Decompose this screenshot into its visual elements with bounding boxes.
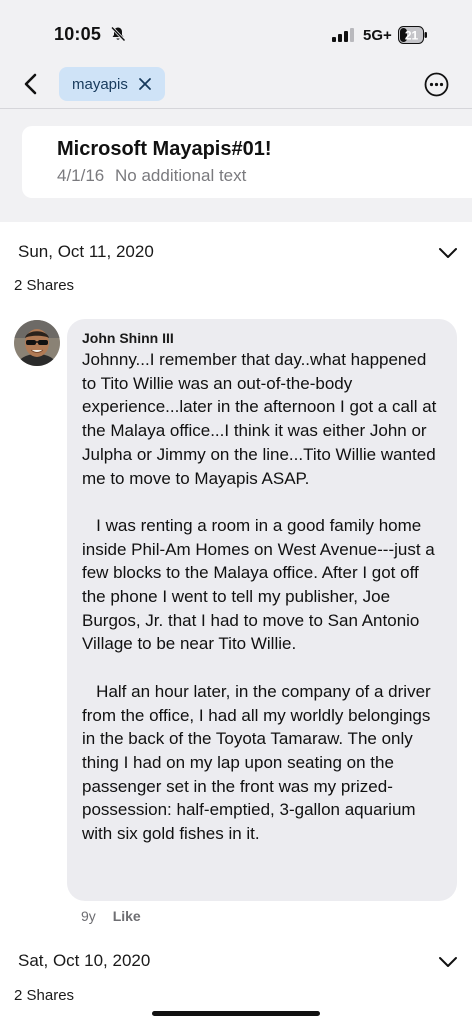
status-time: 10:05: [54, 24, 102, 44]
shares-count: 2 Shares: [14, 987, 75, 1004]
comment-author[interactable]: John Shinn III: [82, 330, 445, 346]
date-header[interactable]: Sat, Oct 10, 2020: [0, 949, 472, 979]
bell-slash-icon: [110, 26, 126, 42]
comment-bubble: John Shinn III Johnny...I remember that …: [67, 319, 457, 901]
filter-chip[interactable]: mayapis: [59, 67, 165, 101]
chevron-down-icon[interactable]: [438, 955, 458, 969]
like-button[interactable]: Like: [113, 908, 141, 924]
comment-paragraph: Johnny...I remember that day..what happe…: [82, 350, 442, 488]
activity-feed: Sun, Oct 11, 2020 2 Shares John Shinn II…: [0, 222, 472, 1024]
top-bar: mayapis: [0, 60, 472, 109]
comment-meta: 9y Like: [81, 908, 141, 924]
chevron-left-icon[interactable]: [20, 72, 42, 96]
album-subtitle-row: 4/1/16 No additional text: [57, 166, 472, 186]
comment-paragraph: I was renting a room in a good family ho…: [82, 515, 440, 654]
chevron-down-icon[interactable]: [438, 246, 458, 260]
date-header[interactable]: Sun, Oct 11, 2020: [0, 240, 472, 270]
user-avatar-icon: [14, 320, 60, 366]
album-title: Microsoft Mayapis#01!: [57, 138, 272, 160]
date-label: Sat, Oct 10, 2020: [18, 951, 151, 970]
signal-icon: [332, 28, 354, 42]
album-subtitle: No additional text: [115, 166, 247, 185]
filter-chip-label: mayapis: [72, 75, 128, 93]
more-options-icon[interactable]: [424, 72, 449, 97]
comment-age: 9y: [81, 908, 96, 924]
status-bar: 10:05 5G+ 21: [0, 0, 472, 60]
close-icon[interactable]: [138, 77, 152, 91]
battery-level: 21: [405, 29, 419, 43]
album-date: 4/1/16: [57, 166, 105, 185]
album-card[interactable]: Microsoft Mayapis#01! 4/1/16 No addition…: [22, 126, 472, 198]
battery-icon: 21: [398, 26, 427, 44]
shares-count: 2 Shares: [14, 277, 75, 294]
avatar[interactable]: [14, 320, 60, 366]
date-label: Sun, Oct 11, 2020: [18, 242, 154, 261]
comment-paragraph: Half an hour later, in the company of a …: [82, 681, 436, 844]
home-indicator[interactable]: [152, 1011, 320, 1016]
network-type: 5G+: [363, 27, 392, 44]
